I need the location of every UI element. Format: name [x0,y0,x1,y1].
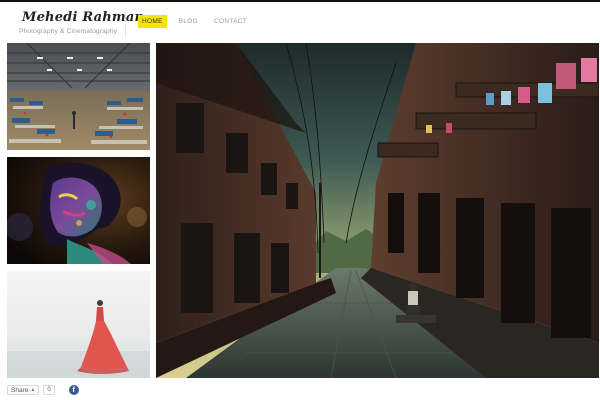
header-divider [125,12,126,38]
thumbnail-portrait[interactable] [7,157,150,264]
thumbnail-factory[interactable] [7,43,150,150]
chevron-down-icon: ▲ [30,387,36,393]
share-button[interactable]: Share ▲ [7,385,40,395]
share-count: 0 [43,385,55,395]
thumbnail-red-dress[interactable] [7,271,150,378]
main-nav: HOME BLOG CONTACT [138,15,251,28]
nav-contact[interactable]: CONTACT [210,15,251,28]
nav-blog[interactable]: BLOG [175,15,202,28]
site-tagline: Photography & Cinematography [19,28,118,35]
facebook-icon[interactable]: f [68,385,79,395]
red-dress-fog-photo [7,271,150,378]
color-powder-portrait-photo [7,157,150,264]
site-header: Mehedi Rahman Photography & Cinematograp… [0,2,600,42]
factory-floor-photo [7,43,150,150]
nav-home[interactable]: HOME [138,15,167,28]
share-bar: Share ▲ 0 f [7,385,79,395]
share-label: Share [11,386,29,394]
old-street-photo [156,43,599,378]
hero-photo[interactable] [156,43,599,378]
